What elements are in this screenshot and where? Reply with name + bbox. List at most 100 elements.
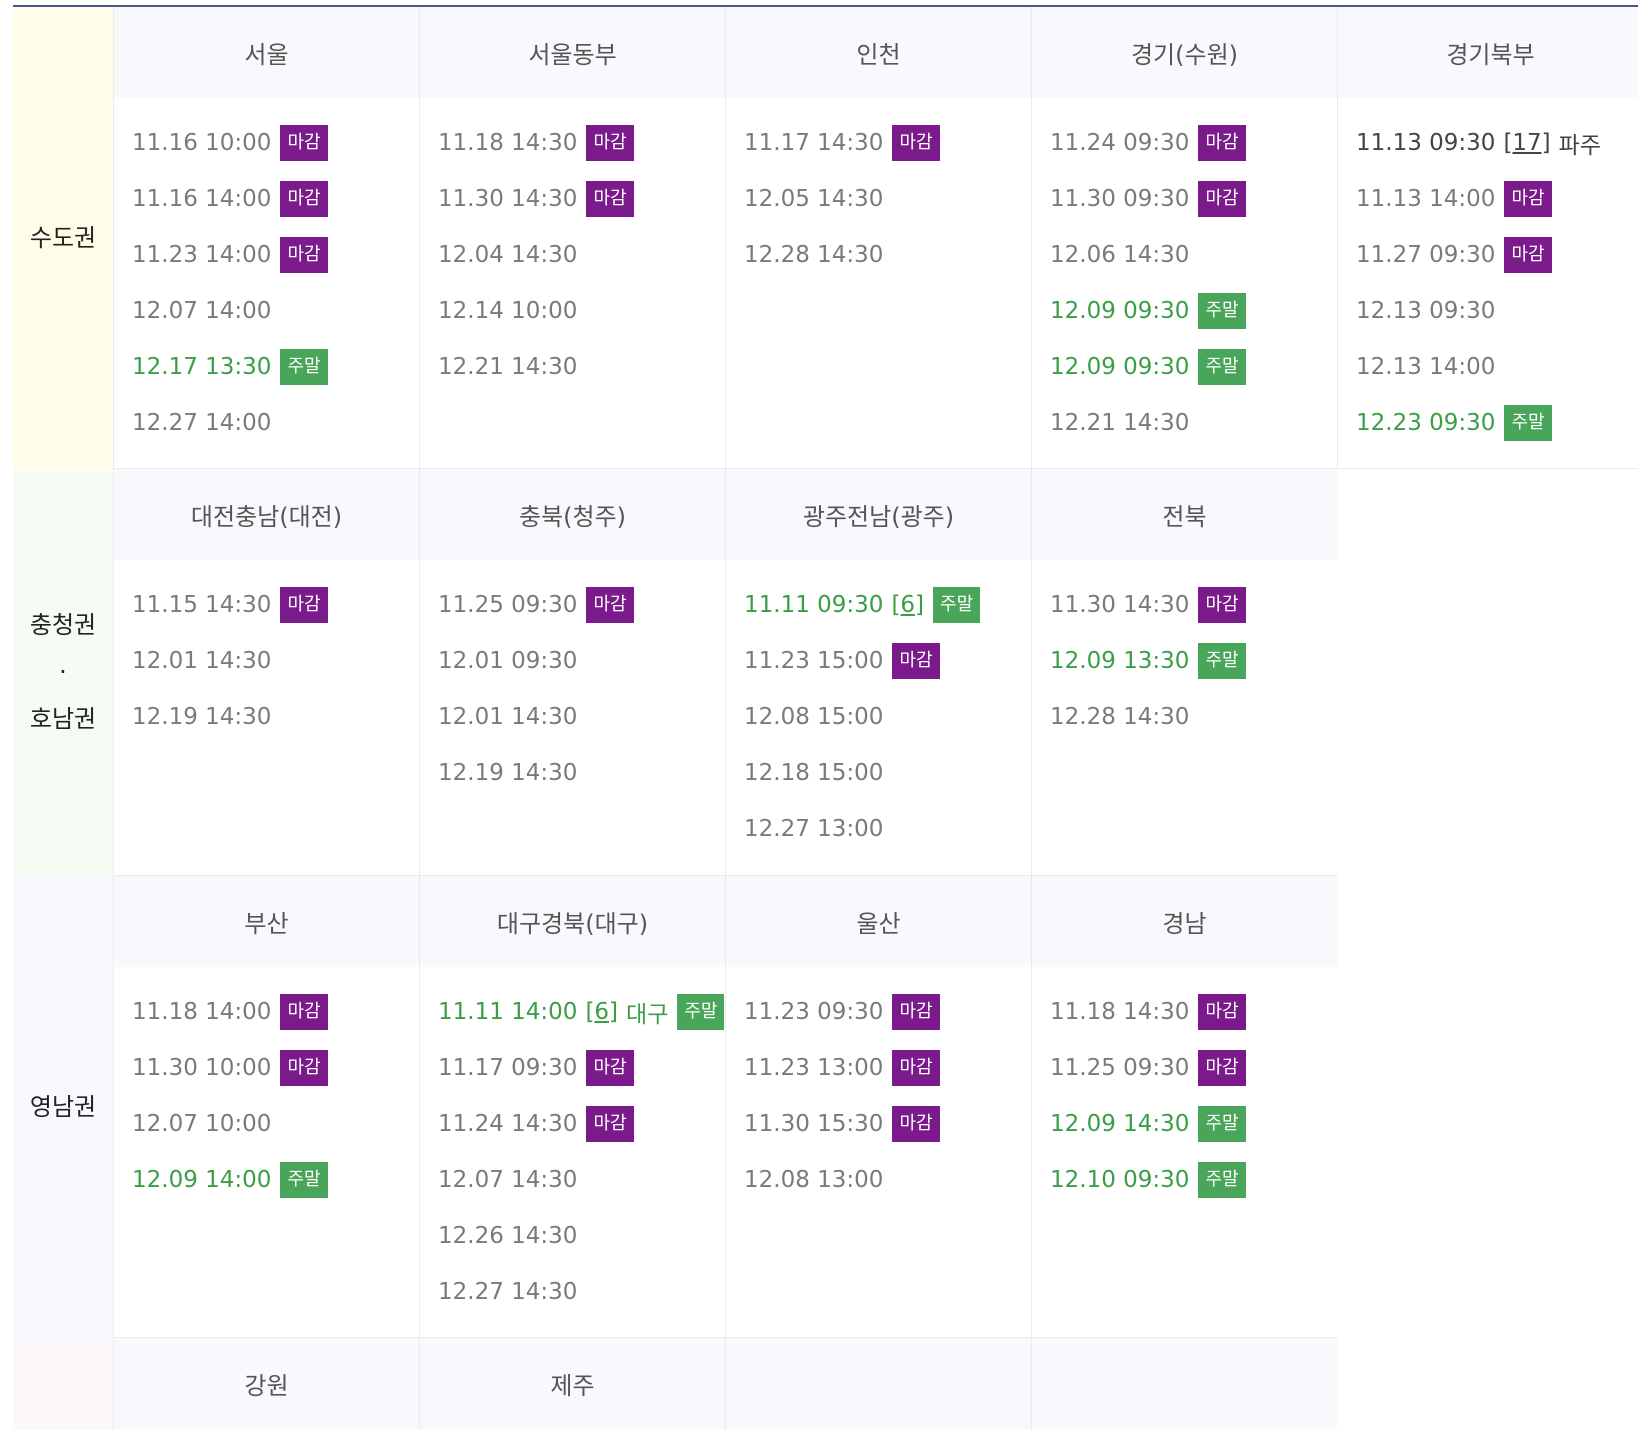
session-item[interactable]: 11.25 09:30 마감 bbox=[438, 577, 725, 633]
session-list: 11.15 14:30 마감 12.01 14:30 12.19 14:30 bbox=[114, 560, 419, 745]
session-item[interactable]: 11.23 15:00 마감 bbox=[744, 633, 1031, 689]
session-item[interactable]: 11.18 14:30 마감 bbox=[1050, 984, 1337, 1040]
session-list: 11.11 09:30 [6] 주말 11.23 15:00 마감 12.08 15:00… bbox=[726, 560, 1031, 857]
session-item[interactable]: 12.27 13:00 bbox=[744, 801, 1031, 857]
session-list: 11.23 09:30 마감 11.23 13:00 마감 11.30 15:30 마감 1… bbox=[726, 967, 1031, 1208]
session-item[interactable]: 12.09 13:30 주말 bbox=[1050, 633, 1337, 689]
session-item[interactable]: 12.13 09:30 bbox=[1356, 283, 1638, 339]
session-item[interactable]: 11.30 15:30 마감 bbox=[744, 1096, 1031, 1152]
session-list: 11.24 09:30 마감 11.30 09:30 마감 12.06 14:30 12.… bbox=[1032, 98, 1337, 451]
session-item[interactable]: 12.17 13:30 주말 bbox=[132, 339, 419, 395]
weekend-badge: 주말 bbox=[677, 994, 725, 1030]
session-item[interactable]: 12.04 14:30 bbox=[438, 227, 725, 283]
session-item[interactable]: 11.13 09:30 [17] 파주 bbox=[1356, 115, 1638, 171]
session-item[interactable]: 11.16 10:00 마감 bbox=[132, 115, 419, 171]
session-item[interactable]: 11.25 09:30 마감 bbox=[1050, 1040, 1337, 1096]
session-datetime: 11.30 14:30 bbox=[1050, 592, 1190, 618]
session-item[interactable]: 12.09 14:00 주말 bbox=[132, 1152, 419, 1208]
session-list: 11.11 14:00 [6] 대구 주말 11.17 09:30 마감 11.24 14:… bbox=[420, 967, 725, 1320]
region-label: 영남권 bbox=[29, 1092, 97, 1121]
session-number-link[interactable]: [17] bbox=[1503, 130, 1550, 156]
session-datetime: 12.07 14:00 bbox=[132, 298, 272, 324]
session-item[interactable]: 12.19 14:30 bbox=[438, 745, 725, 801]
session-item[interactable]: 11.18 14:30 마감 bbox=[438, 115, 725, 171]
office-cell: 서울 11.16 10:00 마감 11.16 14:00 마감 11.23 14:00 마… bbox=[113, 7, 419, 469]
session-item[interactable]: 12.27 14:00 bbox=[132, 395, 419, 451]
session-item[interactable]: 12.14 10:00 bbox=[438, 283, 725, 339]
office-name: 전북 bbox=[1032, 469, 1337, 560]
closed-badge: 마감 bbox=[1198, 125, 1246, 161]
session-item[interactable]: 12.26 14:30 bbox=[438, 1208, 725, 1264]
office-cell: 전북 11.30 14:30 마감 12.09 13:30 주말 12.28 14:30 bbox=[1031, 469, 1337, 876]
session-item[interactable]: 12.21 14:30 bbox=[438, 339, 725, 395]
session-item[interactable]: 11.30 09:30 마감 bbox=[1050, 171, 1337, 227]
session-item[interactable]: 11.23 14:00 마감 bbox=[132, 227, 419, 283]
session-item[interactable]: 12.09 14:30 주말 bbox=[1050, 1096, 1337, 1152]
session-item[interactable]: 12.19 14:30 bbox=[132, 689, 419, 745]
session-item[interactable]: 11.11 09:30 [6] 주말 bbox=[744, 577, 1031, 633]
session-item[interactable]: 11.24 09:30 마감 bbox=[1050, 115, 1337, 171]
session-item[interactable]: 12.28 14:30 bbox=[744, 227, 1031, 283]
session-item[interactable]: 12.01 14:30 bbox=[438, 689, 725, 745]
session-datetime: 12.21 14:30 bbox=[1050, 410, 1190, 436]
session-item[interactable]: 12.06 14:30 bbox=[1050, 227, 1337, 283]
session-item[interactable]: 11.24 14:30 마감 bbox=[438, 1096, 725, 1152]
closed-badge: 마감 bbox=[892, 125, 940, 161]
closed-badge: 마감 bbox=[1198, 587, 1246, 623]
session-item[interactable]: 12.28 14:30 bbox=[1050, 689, 1337, 745]
office-name: 서울동부 bbox=[420, 7, 725, 98]
session-item[interactable]: 12.13 14:00 bbox=[1356, 339, 1638, 395]
session-item[interactable]: 11.18 14:00 마감 bbox=[132, 984, 419, 1040]
closed-badge: 마감 bbox=[586, 125, 634, 161]
session-item[interactable]: 11.17 14:30 마감 bbox=[744, 115, 1031, 171]
session-datetime: 12.23 09:30 bbox=[1356, 410, 1496, 436]
session-item[interactable]: 11.17 09:30 마감 bbox=[438, 1040, 725, 1096]
office-name: 제주 bbox=[420, 1338, 725, 1429]
session-item[interactable]: 12.09 09:30 주말 bbox=[1050, 283, 1337, 339]
session-number-link[interactable]: [6] bbox=[585, 999, 618, 1025]
session-datetime: 11.30 15:30 bbox=[744, 1111, 884, 1137]
session-item[interactable]: 12.07 14:30 bbox=[438, 1152, 725, 1208]
session-datetime: 11.13 09:30 bbox=[1356, 130, 1496, 156]
session-datetime: 11.16 10:00 bbox=[132, 130, 272, 156]
session-datetime: 11.11 14:00 bbox=[438, 999, 578, 1025]
session-datetime: 12.08 13:00 bbox=[744, 1167, 884, 1193]
session-datetime: 12.06 14:30 bbox=[1050, 242, 1190, 268]
session-item[interactable]: 12.09 09:30 주말 bbox=[1050, 339, 1337, 395]
session-item[interactable]: 12.01 09:30 bbox=[438, 633, 725, 689]
session-item[interactable]: 12.07 10:00 bbox=[132, 1096, 419, 1152]
session-location: 파주 bbox=[1558, 133, 1601, 159]
session-item[interactable]: 12.18 15:00 bbox=[744, 745, 1031, 801]
weekend-badge: 주말 bbox=[1198, 349, 1246, 385]
session-item[interactable]: 12.08 13:00 bbox=[744, 1152, 1031, 1208]
closed-badge: 마감 bbox=[586, 181, 634, 217]
session-item[interactable]: 11.27 09:30 마감 bbox=[1356, 227, 1638, 283]
session-item[interactable]: 11.13 14:00 마감 bbox=[1356, 171, 1638, 227]
session-item[interactable]: 12.01 14:30 bbox=[132, 633, 419, 689]
session-list: 11.18 14:30 마감 11.30 14:30 마감 12.04 14:30 12.… bbox=[420, 98, 725, 395]
session-item[interactable]: 11.11 14:00 [6] 대구 주말 bbox=[438, 984, 725, 1040]
office-cell: 대전충남(대전) 11.15 14:30 마감 12.01 14:30 12.19 14… bbox=[113, 469, 419, 876]
session-datetime: 11.18 14:30 bbox=[1050, 999, 1190, 1025]
closed-badge: 마감 bbox=[586, 1106, 634, 1142]
session-item[interactable]: 11.30 14:30 마감 bbox=[1050, 577, 1337, 633]
session-item[interactable]: 11.23 09:30 마감 bbox=[744, 984, 1031, 1040]
session-number-link[interactable]: [6] bbox=[891, 592, 924, 618]
closed-badge: 마감 bbox=[1504, 181, 1552, 217]
session-item[interactable]: 11.16 14:00 마감 bbox=[132, 171, 419, 227]
office-cell: 광주전남(광주) 11.11 09:30 [6] 주말 11.23 15:00 마감 12.… bbox=[725, 469, 1031, 876]
session-item[interactable]: 12.10 09:30 주말 bbox=[1050, 1152, 1337, 1208]
session-item[interactable]: 11.23 13:00 마감 bbox=[744, 1040, 1031, 1096]
session-item[interactable]: 11.30 10:00 마감 bbox=[132, 1040, 419, 1096]
closed-badge: 마감 bbox=[280, 1050, 328, 1086]
session-datetime: 12.19 14:30 bbox=[438, 760, 578, 786]
session-item[interactable]: 12.07 14:00 bbox=[132, 283, 419, 339]
session-item[interactable]: 11.30 14:30 마감 bbox=[438, 171, 725, 227]
session-item[interactable]: 12.08 15:00 bbox=[744, 689, 1031, 745]
session-item[interactable]: 12.23 09:30 주말 bbox=[1356, 395, 1638, 451]
session-item[interactable]: 12.05 14:30 bbox=[744, 171, 1031, 227]
session-datetime: 12.19 14:30 bbox=[132, 704, 272, 730]
session-item[interactable]: 12.27 14:30 bbox=[438, 1264, 725, 1320]
session-item[interactable]: 11.15 14:30 마감 bbox=[132, 577, 419, 633]
session-item[interactable]: 12.21 14:30 bbox=[1050, 395, 1337, 451]
